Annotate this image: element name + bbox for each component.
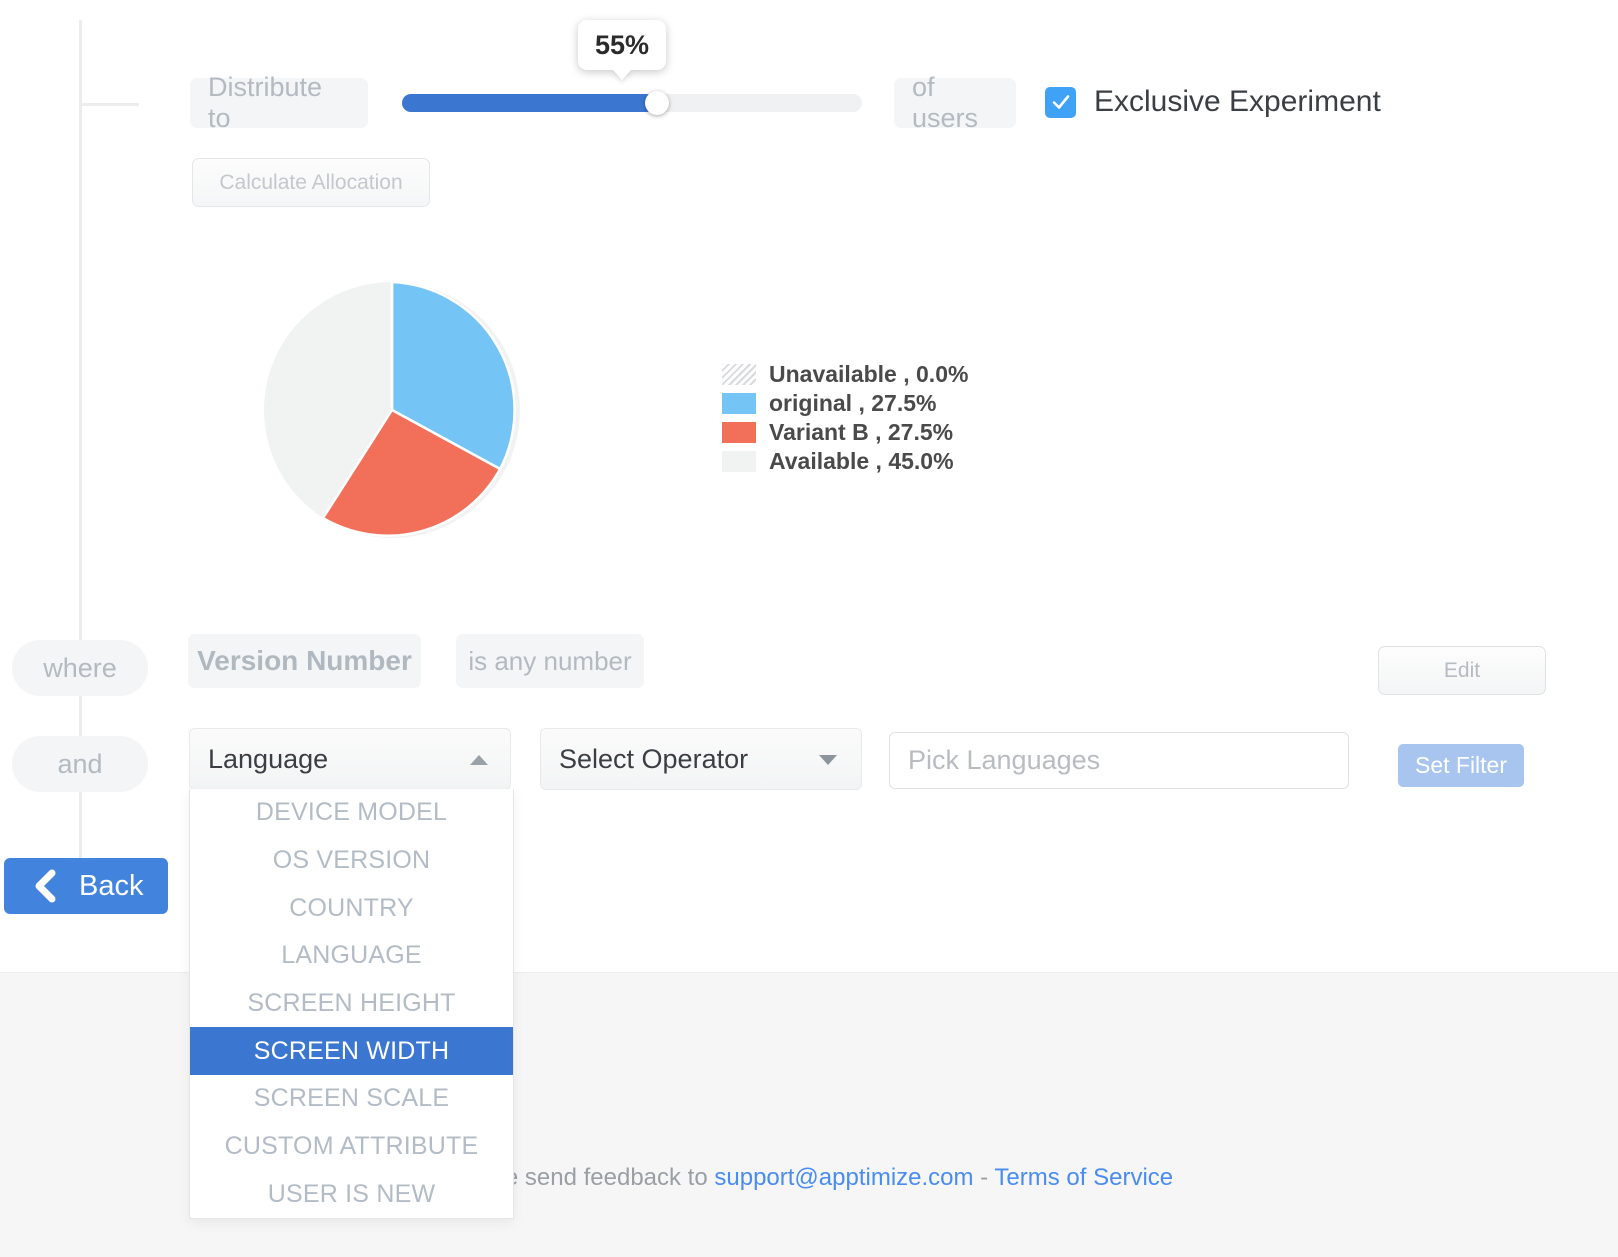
legend-item: Unavailable , 0.0% [722, 360, 968, 389]
chevron-down-icon [819, 755, 837, 765]
checkmark-icon [1052, 95, 1069, 109]
legend-swatch-original [722, 393, 756, 414]
dropdown-option-language[interactable]: LANGUAGE [190, 932, 513, 980]
legend-swatch-available [722, 451, 756, 472]
legend-item: Variant B , 27.5% [722, 418, 968, 447]
set-filter-button[interactable]: Set Filter [1398, 744, 1524, 787]
back-button[interactable]: Back [4, 858, 168, 914]
pie-chart-legend: Unavailable , 0.0% original , 27.5% Vari… [722, 360, 968, 476]
legend-label-variant-b: Variant B , 27.5% [769, 419, 954, 445]
filter-attribute-select-value: Language [208, 743, 329, 774]
footer-separator: - [973, 1164, 995, 1191]
app-root: Distribute to 55% of users Exclusive Exp… [0, 0, 1618, 1257]
dropdown-option-screen-height[interactable]: SCREEN HEIGHT [190, 980, 513, 1028]
back-button-label: Back [79, 869, 144, 902]
connector-rail-top-vertical [79, 20, 82, 104]
exclusive-experiment-label: Exclusive Experiment [1094, 85, 1381, 118]
filter-operator-select-value: Select Operator [559, 743, 749, 774]
dropdown-option-custom-attribute[interactable]: CUSTOM ATTRIBUTE [190, 1123, 513, 1171]
filter-attribute-select[interactable]: Language [189, 728, 511, 790]
dropdown-option-device-model[interactable]: DEVICE MODEL [190, 789, 513, 837]
footer-support-email-link[interactable]: support@apptimize.com [714, 1164, 973, 1191]
slider-fill [402, 94, 655, 112]
legend-swatch-variant-b [722, 422, 756, 443]
dropdown-option-screen-width[interactable]: SCREEN WIDTH [190, 1027, 513, 1076]
of-users-label: of users [894, 72, 1016, 133]
edit-filter-button[interactable]: Edit [1378, 646, 1546, 695]
chevron-up-icon [470, 755, 488, 765]
filter-attribute-dropdown[interactable]: DEVICE MODEL OS VERSION COUNTRY LANGUAGE… [189, 789, 514, 1220]
exclusive-experiment-row: Exclusive Experiment [1045, 85, 1381, 119]
filter-operator-is-any-number: is any number [456, 634, 644, 688]
footer-terms-of-service-link[interactable]: Terms of Service [994, 1164, 1173, 1191]
legend-label-unavailable: Unavailable , 0.0% [769, 361, 969, 387]
filter-operator-select[interactable]: Select Operator [540, 728, 862, 790]
legend-label-available: Available , 45.0% [769, 448, 954, 474]
pick-languages-input[interactable] [889, 732, 1349, 789]
distribute-to-label: Distribute to [190, 72, 368, 133]
allocation-pie-chart [263, 281, 521, 539]
dropdown-option-os-version[interactable]: OS VERSION [190, 837, 513, 885]
calculate-allocation-button[interactable]: Calculate Allocation [192, 158, 430, 207]
allocation-slider[interactable]: 55% [402, 20, 862, 115]
legend-label-original: original , 27.5% [769, 390, 937, 416]
dropdown-option-country[interactable]: COUNTRY [190, 884, 513, 932]
dropdown-option-user-is-new[interactable]: USER IS NEW [190, 1171, 513, 1219]
condition-connector-and: and [12, 736, 148, 792]
legend-item: original , 27.5% [722, 389, 968, 418]
exclusive-experiment-checkbox[interactable] [1045, 86, 1076, 118]
slider-value-tooltip: 55% [578, 20, 666, 70]
chevron-left-icon [35, 869, 56, 903]
slider-thumb[interactable] [645, 91, 669, 115]
dropdown-option-screen-scale[interactable]: SCREEN SCALE [190, 1075, 513, 1123]
condition-connector-where: where [12, 640, 148, 696]
legend-item: Available , 45.0% [722, 447, 968, 476]
connector-rail-top-horizontal [79, 103, 139, 106]
filter-attribute-version-number: Version Number [188, 634, 421, 688]
legend-swatch-unavailable [722, 364, 756, 385]
pie-chart-svg [264, 281, 520, 538]
